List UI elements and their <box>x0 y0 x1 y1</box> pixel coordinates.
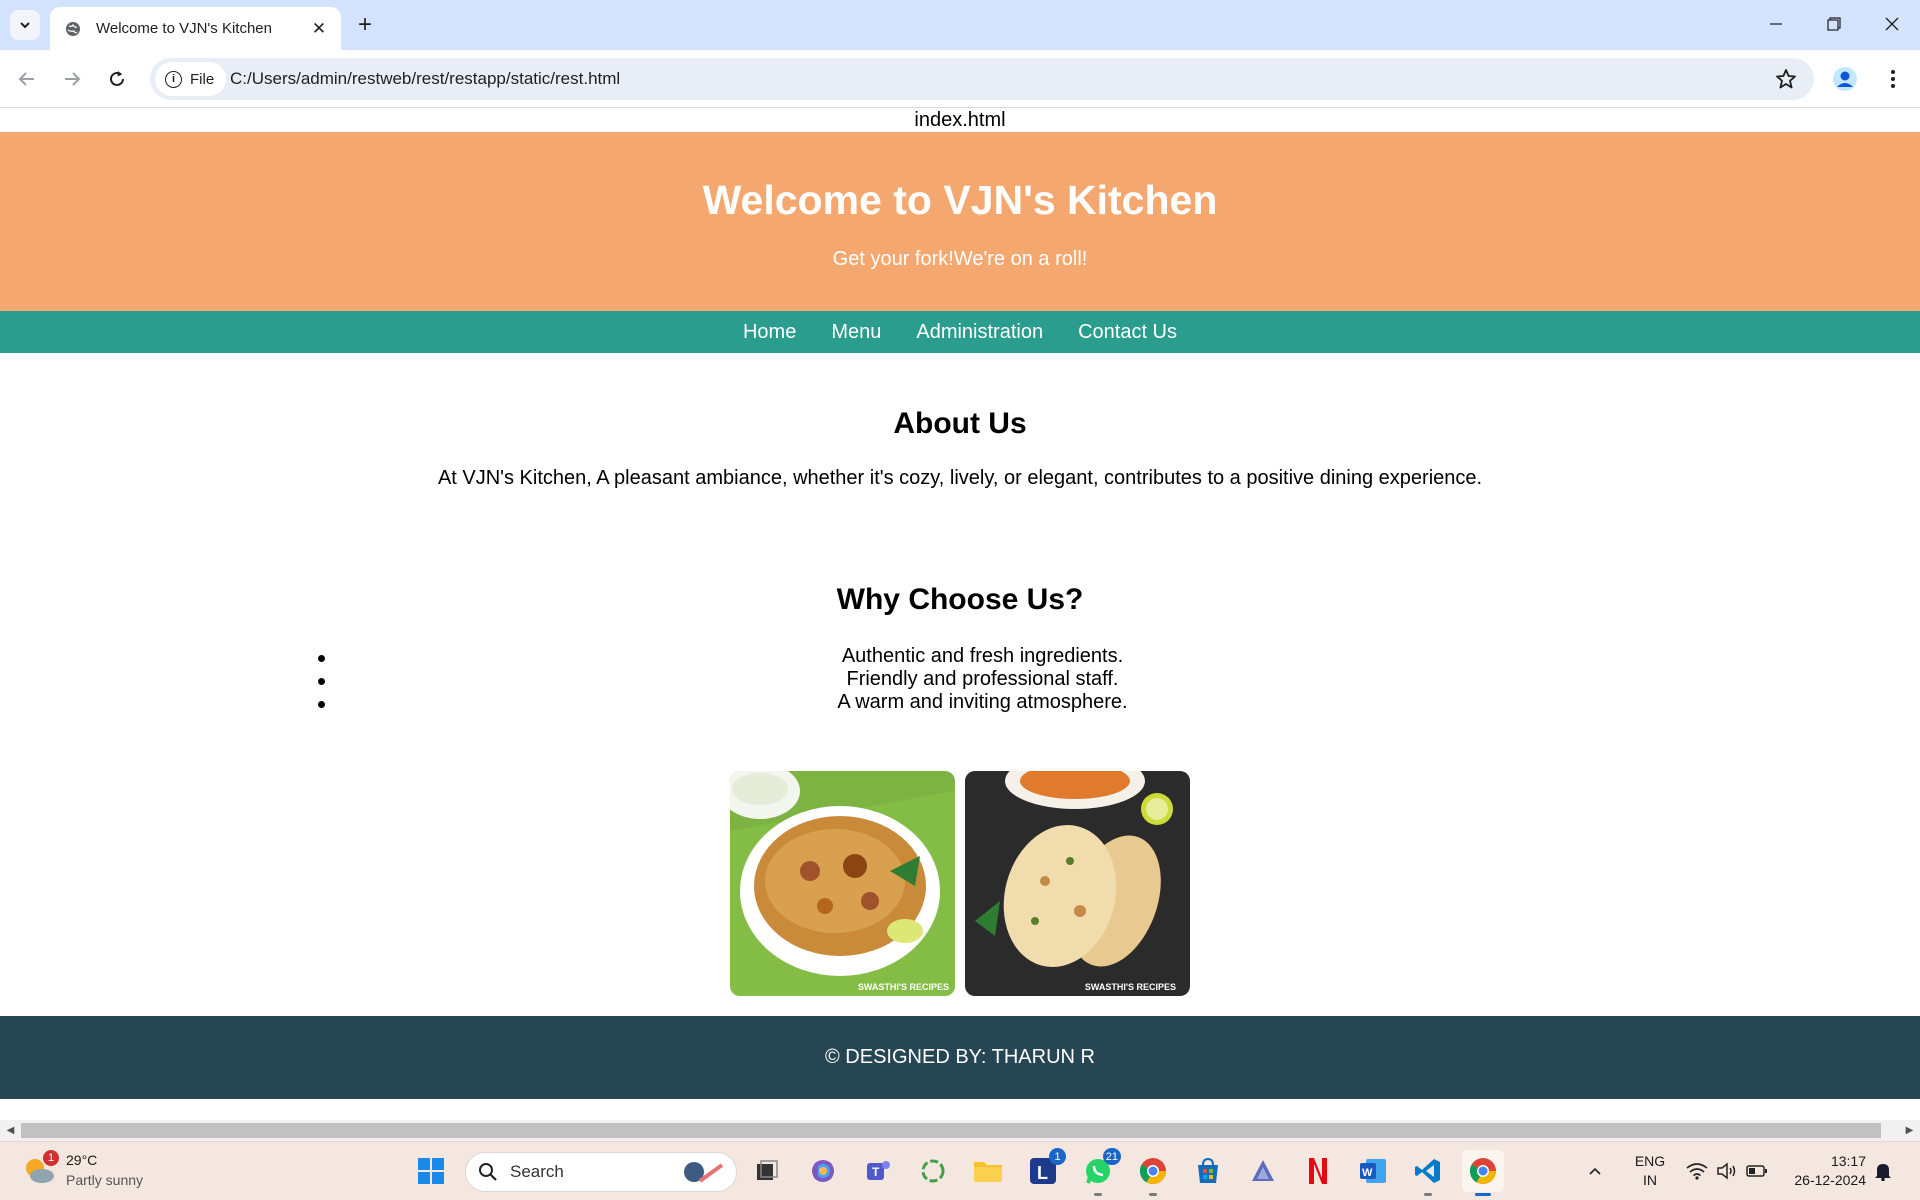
taskbar: 1 29°C Partly sunny Search T L 1 21 W EN… <box>0 1141 1920 1200</box>
search-highlight-icon <box>684 1162 724 1183</box>
region-code: IN <box>1643 1172 1657 1188</box>
why-title: Why Choose Us? <box>836 583 1084 616</box>
site-info-chip[interactable]: i File <box>155 62 227 96</box>
svg-text:L: L <box>1037 1163 1048 1183</box>
clock-date: 26-12-2024 <box>1794 1172 1866 1188</box>
language-indicator[interactable]: ENG IN <box>1628 1152 1672 1190</box>
clock[interactable]: 13:17 26-12-2024 <box>1782 1152 1866 1190</box>
nav-link-administration[interactable]: Administration <box>916 321 1043 344</box>
horizontal-scrollbar[interactable]: ◀ ▶ <box>0 1120 1920 1141</box>
scrollbar-thumb[interactable] <box>21 1123 1881 1138</box>
svg-text:W: W <box>1362 1167 1373 1179</box>
why-list-item: Authentic and fresh ingredients. <box>0 645 1920 668</box>
page-viewport: index.html Welcome to VJN's Kitchen Get … <box>0 109 1920 1120</box>
search-icon <box>479 1163 497 1181</box>
nav-link-menu[interactable]: Menu <box>831 321 881 344</box>
site-tagline: Get your fork!We're on a roll! <box>832 248 1088 270</box>
restore-icon[interactable] <box>1816 9 1852 39</box>
why-list-item: A warm and inviting atmosphere. <box>0 691 1920 714</box>
reload-icon[interactable] <box>101 63 133 95</box>
taskbar-search[interactable]: Search <box>465 1152 737 1192</box>
naan-image: SWASTHI'S RECIPES <box>965 771 1190 996</box>
volume-icon[interactable] <box>1712 1150 1742 1192</box>
language-code: ENG <box>1634 1153 1666 1169</box>
weather-sun-cloud-icon: 1 <box>22 1150 59 1187</box>
vscode-icon[interactable] <box>1407 1150 1449 1196</box>
kebab-menu-icon[interactable] <box>1878 64 1908 94</box>
url-text[interactable]: C:/Users/admin/restweb/rest/restapp/stat… <box>230 69 620 89</box>
running-indicator <box>1149 1193 1157 1196</box>
store-icon[interactable] <box>1187 1150 1229 1192</box>
nav-link-contact-us[interactable]: Contact Us <box>1078 321 1177 344</box>
copilot-icon[interactable] <box>802 1150 844 1192</box>
active-indicator <box>1475 1193 1491 1196</box>
weather-badge: 1 <box>43 1150 59 1166</box>
whatsapp-badge: 21 <box>1102 1148 1121 1165</box>
l-app-badge: 1 <box>1049 1148 1066 1165</box>
running-indicator <box>1424 1193 1432 1196</box>
image-watermark: SWASTHI'S RECIPES <box>857 982 949 992</box>
weather-widget[interactable]: 1 29°C Partly sunny <box>22 1150 143 1190</box>
site-header: Welcome to VJN's Kitchen Get your fork!W… <box>0 132 1920 311</box>
chevron-up-icon[interactable] <box>1580 1150 1610 1192</box>
notification-bell-icon[interactable] <box>1868 1150 1898 1192</box>
forward-arrow-icon[interactable] <box>56 63 88 95</box>
battery-icon[interactable] <box>1742 1150 1772 1192</box>
profile-avatar-icon[interactable] <box>1830 64 1860 94</box>
file-label: index.html <box>914 109 1006 131</box>
whatsapp-icon[interactable]: 21 <box>1077 1148 1121 1196</box>
scroll-right-icon[interactable]: ▶ <box>1899 1120 1920 1141</box>
vpn-app-icon[interactable] <box>1242 1150 1284 1192</box>
address-bar[interactable]: i File C:/Users/admin/restweb/rest/resta… <box>150 58 1814 100</box>
search-placeholder: Search <box>510 1162 564 1181</box>
why-list-item: Friendly and professional staff. <box>0 668 1920 691</box>
chevron-down-icon <box>20 22 30 29</box>
close-tab-icon[interactable]: ✕ <box>309 19 329 39</box>
windows-start-icon[interactable] <box>410 1150 452 1192</box>
word-icon[interactable]: W <box>1352 1150 1394 1192</box>
bookmark-star-icon[interactable] <box>1774 67 1798 91</box>
file-explorer-icon[interactable] <box>967 1150 1009 1192</box>
teams-icon[interactable]: T <box>857 1150 899 1192</box>
netflix-icon[interactable] <box>1297 1150 1339 1192</box>
food-gallery: SWASTHI'S RECIPES SWASTHI'S RECIPES <box>730 771 1190 996</box>
browser-tab-active[interactable]: Welcome to VJN's Kitchen ✕ <box>50 7 341 50</box>
task-view-icon[interactable] <box>746 1150 788 1192</box>
sync-circle-icon[interactable] <box>912 1150 954 1192</box>
weather-desc: Partly sunny <box>66 1172 144 1188</box>
about-title: About Us <box>893 407 1027 440</box>
image-watermark: SWASTHI'S RECIPES <box>1084 982 1176 992</box>
file-chip-label: File <box>190 70 215 88</box>
minimize-icon[interactable] <box>1758 9 1794 39</box>
browser-toolbar: i File C:/Users/admin/restweb/rest/resta… <box>0 50 1920 108</box>
chrome-active-icon[interactable] <box>1462 1150 1504 1196</box>
tab-search-button[interactable] <box>10 10 40 40</box>
wifi-icon[interactable] <box>1682 1150 1712 1192</box>
weather-temp: 29°C <box>66 1152 98 1168</box>
about-text: At VJN's Kitchen, A pleasant ambiance, w… <box>437 467 1483 489</box>
globe-icon <box>64 20 82 38</box>
clock-time: 13:17 <box>1830 1153 1866 1169</box>
back-arrow-icon[interactable] <box>11 63 43 95</box>
why-list: Authentic and fresh ingredients. Friendl… <box>0 645 1920 714</box>
browser-tab-strip: Welcome to VJN's Kitchen ✕ + <box>0 0 1920 50</box>
tab-title: Welcome to VJN's Kitchen <box>96 20 272 37</box>
l-app-icon[interactable]: L 1 <box>1022 1148 1066 1192</box>
biryani-image: SWASTHI'S RECIPES <box>730 771 955 996</box>
svg-text:T: T <box>872 1165 880 1179</box>
site-footer: © DESIGNED BY: THARUN R <box>0 1016 1920 1099</box>
site-title: Welcome to VJN's Kitchen <box>702 177 1218 223</box>
close-window-icon[interactable] <box>1874 9 1910 39</box>
scroll-left-icon[interactable]: ◀ <box>0 1120 21 1141</box>
chrome-icon[interactable] <box>1132 1150 1174 1196</box>
running-indicator <box>1094 1193 1102 1196</box>
nav-link-home[interactable]: Home <box>743 321 796 344</box>
info-icon: i <box>165 70 182 88</box>
new-tab-plus-icon[interactable]: + <box>352 11 378 38</box>
site-nav: Home Menu Administration Contact Us <box>0 311 1920 353</box>
